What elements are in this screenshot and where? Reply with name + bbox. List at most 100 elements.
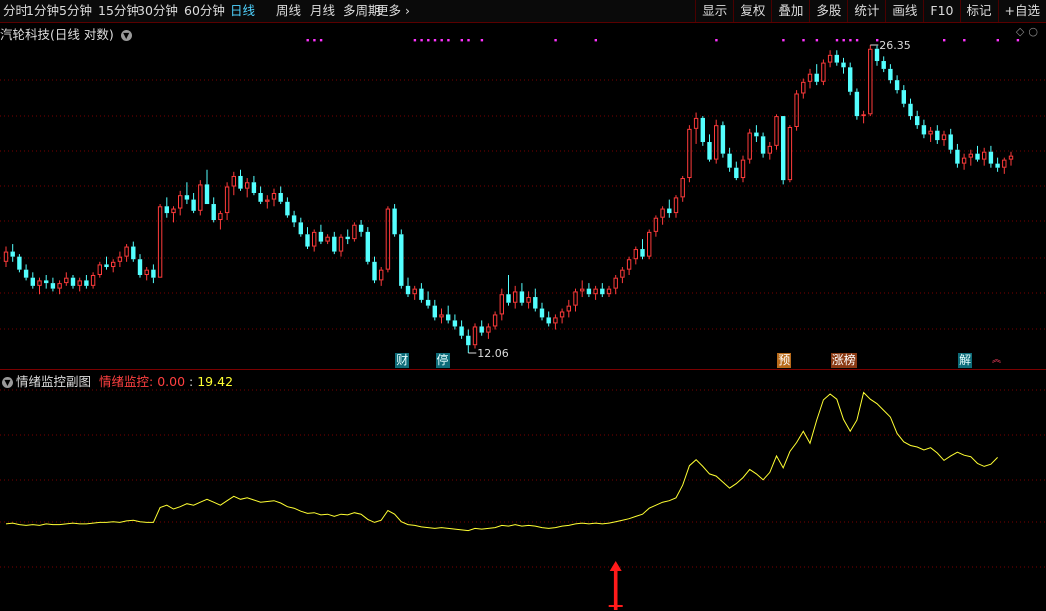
toolbar-button-5[interactable]: 画线 (885, 0, 923, 22)
candle (312, 229, 317, 252)
toolbar-button-0[interactable]: 显示 (695, 0, 733, 22)
tab-period-0[interactable]: 分时 (3, 0, 28, 22)
toolbar-button-8[interactable]: +自选 (997, 0, 1046, 22)
signal-dot (876, 39, 879, 42)
candle (70, 274, 76, 289)
tab-period-3[interactable]: 15分钟 (98, 0, 139, 22)
main-chart-panel[interactable]: 26.35 12.06 汽轮科技(日线 对数) ▼ ◇○ (0, 23, 1046, 369)
event-marker[interactable]: 停 (435, 353, 450, 368)
tab-period-2[interactable]: 5分钟 (59, 0, 92, 22)
candle (814, 64, 819, 86)
candle (968, 149, 973, 166)
signal-dot (319, 39, 323, 42)
candle (894, 75, 900, 94)
candle (64, 272, 69, 286)
toolbar-button-3[interactable]: 多股 (809, 0, 847, 22)
tab-period-4[interactable]: 30分钟 (137, 0, 178, 22)
candlestick-chart[interactable]: 26.35 12.06 (0, 23, 1046, 369)
event-marker[interactable]: 解 (958, 353, 973, 368)
event-marker[interactable]: 财 (395, 353, 410, 368)
candle (693, 112, 699, 144)
candle (600, 283, 605, 298)
candle (794, 90, 799, 131)
indicator-panel[interactable]: ▼ 情绪监控副图 情绪监控: 0.00 : 19.42 (0, 370, 1046, 611)
candle (519, 283, 525, 306)
candle (84, 274, 89, 289)
chevron-down-icon[interactable]: ▼ (120, 30, 132, 41)
candle (90, 272, 96, 289)
tab-period-8[interactable]: 月线 (310, 0, 335, 22)
candle (224, 182, 230, 221)
candle (23, 264, 29, 281)
candle (137, 254, 143, 278)
candle (10, 244, 15, 262)
candle (720, 121, 726, 158)
low-price-label: 12.06 (477, 347, 509, 360)
candle (921, 119, 927, 139)
candle (258, 186, 263, 205)
toolbar-button-4[interactable]: 统计 (847, 0, 885, 22)
event-marker[interactable]: 预 (777, 353, 792, 368)
candle (379, 267, 384, 286)
candle (781, 116, 786, 185)
candle (941, 130, 947, 146)
candle (37, 277, 42, 295)
candle (506, 274, 511, 306)
candle (774, 114, 779, 150)
signal-dot (963, 39, 966, 42)
candle (472, 323, 478, 349)
candle (345, 229, 350, 245)
candle (231, 171, 237, 196)
signal-dot (715, 39, 718, 42)
candle (687, 125, 692, 183)
candle (325, 234, 330, 245)
candle (425, 291, 431, 309)
candle (97, 261, 102, 278)
signal-dot (835, 39, 839, 42)
candle (251, 175, 257, 196)
tab-period-7[interactable]: 周线 (276, 0, 301, 22)
candle (881, 56, 886, 73)
candle (613, 274, 618, 295)
toolbar-button-6[interactable]: F10 (923, 0, 959, 22)
candle (144, 267, 149, 281)
candle (77, 277, 82, 292)
signal-dot (420, 39, 423, 42)
toolbar: 分时 1分钟 5分钟 15分钟 30分钟 60分钟 日线 周线 月线 多周期 更多 › 显示 复权 叠加… (0, 0, 1046, 23)
candle (546, 311, 551, 327)
tab-period-10[interactable]: 更多 › (376, 0, 410, 22)
tab-period-1[interactable]: 1分钟 (26, 0, 59, 22)
chevron-down-icon[interactable]: ▼ (2, 377, 13, 388)
candle (419, 283, 424, 303)
high-price-label: 26.35 (879, 39, 911, 52)
toolbar-button-1[interactable]: 复权 (733, 0, 771, 22)
tab-period-5[interactable]: 60分钟 (184, 0, 225, 22)
chart-corner-icons: ◇○ (1016, 25, 1042, 38)
candle (204, 169, 210, 205)
candle (131, 241, 136, 262)
candle (178, 190, 183, 216)
candle (734, 161, 739, 181)
toolbar-button-7[interactable]: 标记 (959, 0, 998, 22)
candle (405, 277, 411, 298)
tab-period-9[interactable]: 多周期 (343, 0, 381, 22)
candle (104, 256, 109, 270)
diamond-icon[interactable]: ◇ (1016, 25, 1028, 38)
candle (57, 280, 62, 295)
candle (30, 272, 35, 289)
indicator-chart[interactable] (0, 370, 1046, 611)
candle (948, 128, 953, 154)
candle (807, 68, 813, 89)
candle (479, 320, 484, 336)
period-label: (日线 对数) (50, 27, 114, 42)
circle-icon[interactable]: ○ (1028, 25, 1042, 38)
candle (888, 64, 893, 84)
indicator-title: ▼ 情绪监控副图 情绪监控: 0.00 : 19.42 (2, 371, 233, 390)
event-marker[interactable]: 涨榜 (830, 353, 857, 368)
candle (868, 45, 873, 117)
indicator-name: 情绪监控: (99, 374, 154, 389)
candle (459, 320, 464, 339)
toolbar-button-2[interactable]: 叠加 (771, 0, 809, 22)
tab-period-6[interactable]: 日线 (230, 0, 255, 22)
candle (446, 305, 451, 324)
